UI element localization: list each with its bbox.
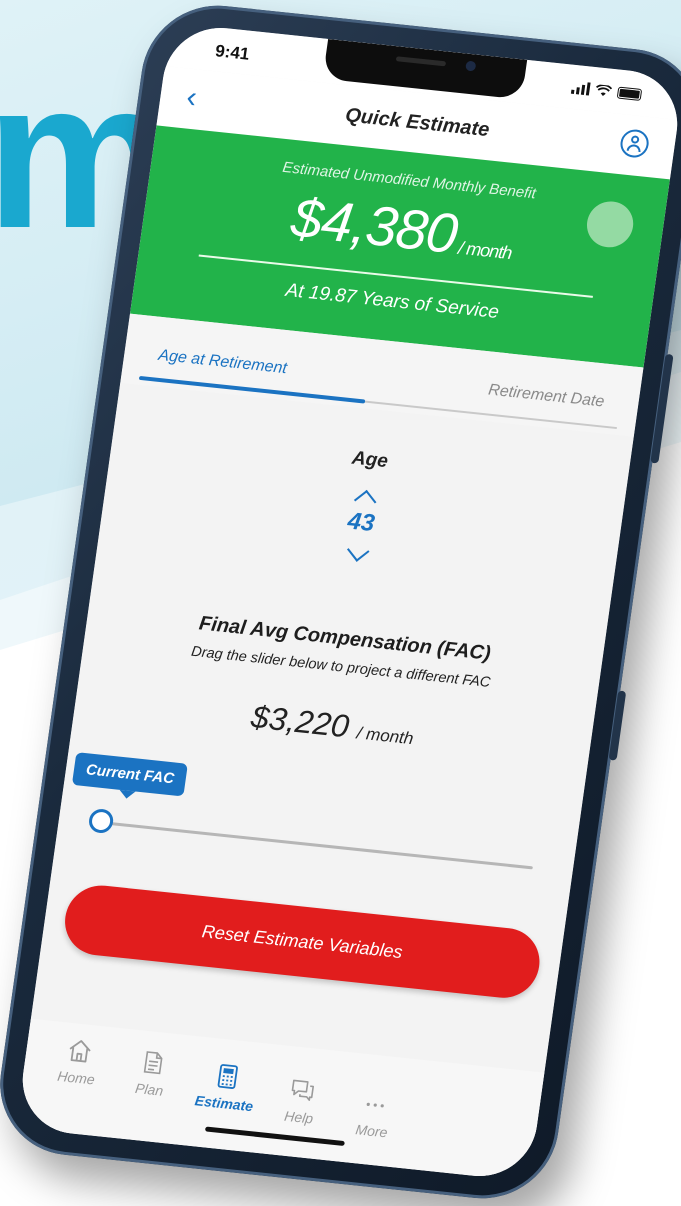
fac-amount-unit: / month bbox=[355, 723, 415, 749]
back-chevron-icon[interactable]: ‹ bbox=[184, 81, 199, 115]
chevron-down-icon[interactable] bbox=[346, 539, 370, 562]
fac-amount-value: $3,220 bbox=[248, 698, 352, 745]
battery-icon bbox=[616, 86, 643, 101]
tabbar-item-more[interactable]: More bbox=[336, 1088, 412, 1143]
home-icon bbox=[69, 1040, 91, 1063]
tabbar-label-plan: Plan bbox=[134, 1079, 165, 1099]
document-icon bbox=[143, 1051, 163, 1075]
camera-icon bbox=[465, 60, 477, 72]
speaker bbox=[395, 56, 447, 67]
tabbar-item-plan[interactable]: Plan bbox=[113, 1046, 189, 1101]
calculator-icon bbox=[217, 1064, 238, 1089]
status-time: 9:41 bbox=[214, 41, 251, 64]
page-title: Quick Estimate bbox=[343, 103, 491, 141]
tabbar-label-help: Help bbox=[283, 1107, 315, 1127]
profile-icon[interactable] bbox=[618, 128, 651, 159]
tabbar-item-estimate[interactable]: Estimate bbox=[188, 1060, 264, 1115]
estimate-content: Age 43 Final Avg Compensation (FAC) Drag… bbox=[15, 382, 634, 1182]
fac-slider-track[interactable] bbox=[98, 820, 533, 870]
phone-mockup: 9:41 ‹ Quick Estimate Estimated Unmodifi… bbox=[0, 0, 681, 1206]
tab-retirement-date[interactable]: Retirement Date bbox=[487, 382, 605, 412]
tabbar-label-home: Home bbox=[56, 1067, 96, 1088]
reset-estimate-button[interactable]: Reset Estimate Variables bbox=[60, 882, 544, 1002]
status-icons bbox=[570, 81, 643, 101]
benefit-amount-value: $4,380 bbox=[287, 185, 461, 266]
tabbar-label-more: More bbox=[354, 1121, 389, 1141]
tabbar-label-estimate: Estimate bbox=[193, 1092, 255, 1115]
tabbar-item-home[interactable]: Home bbox=[40, 1034, 116, 1089]
fac-slider-handle[interactable] bbox=[87, 807, 115, 835]
signal-icon bbox=[570, 81, 591, 96]
current-fac-tooltip: Current FAC bbox=[71, 752, 189, 797]
more-icon bbox=[366, 1102, 384, 1108]
tab-age-at-retirement[interactable]: Age at Retirement bbox=[157, 347, 288, 378]
chat-icon bbox=[291, 1079, 315, 1101]
home-indicator bbox=[204, 1126, 345, 1147]
wifi-icon bbox=[596, 84, 613, 96]
tabbar-item-help[interactable]: Help bbox=[263, 1074, 339, 1129]
benefit-amount-unit: / month bbox=[457, 237, 513, 264]
phone-screen: 9:41 ‹ Quick Estimate Estimated Unmodifi… bbox=[15, 22, 681, 1182]
age-label: Age bbox=[350, 447, 390, 473]
phone-body: 9:41 ‹ Quick Estimate Estimated Unmodifi… bbox=[0, 0, 681, 1206]
